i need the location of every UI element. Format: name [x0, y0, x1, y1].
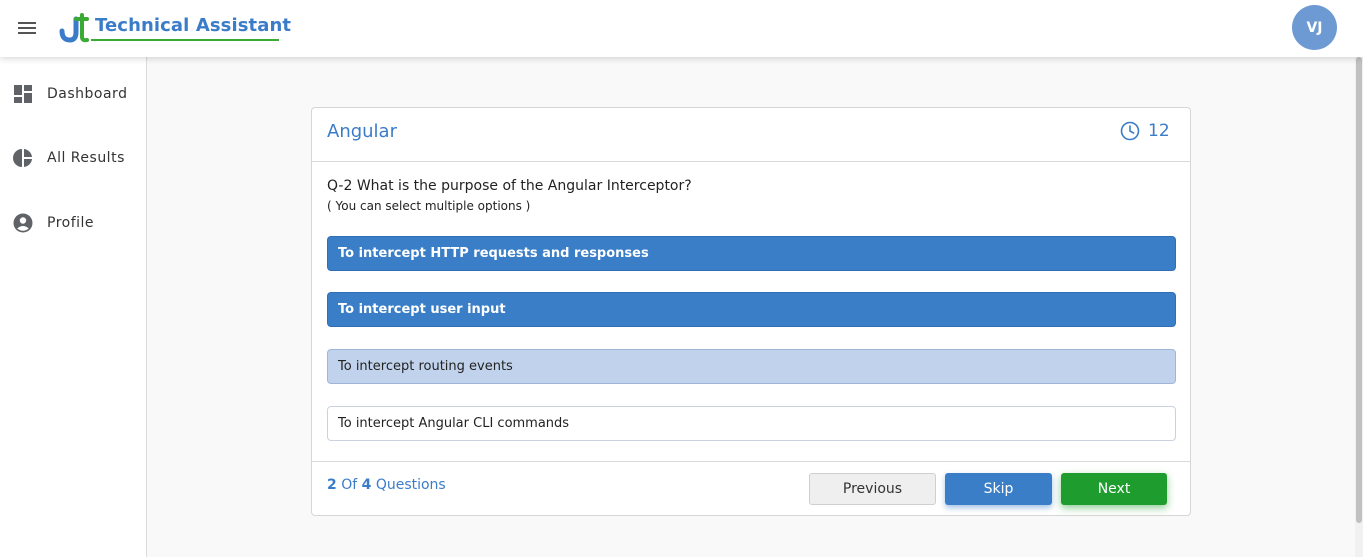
progress-current: 2 [327, 477, 337, 493]
answer-option[interactable]: To intercept user input [327, 292, 1176, 327]
previous-button[interactable]: Previous [809, 473, 936, 505]
question-progress: 2 Of 4 Questions [327, 477, 446, 493]
sidebar-item-label: Dashboard [47, 86, 128, 102]
page-scrollbar[interactable] [1355, 57, 1363, 557]
quiz-card: Angular 12 Q-2 What is the purpose of th… [311, 107, 1191, 516]
answer-option[interactable]: To intercept HTTP requests and responses [327, 236, 1176, 271]
user-avatar[interactable]: VJ [1292, 5, 1337, 50]
sidebar-item-dashboard[interactable]: Dashboard [0, 74, 146, 114]
account-circle-icon [13, 213, 33, 233]
card-footer-divider [312, 461, 1190, 462]
scrollbar-thumb[interactable] [1356, 57, 1362, 523]
timer-value: 12 [1148, 121, 1170, 141]
sidebar: Dashboard All Results Profile [0, 57, 147, 557]
dashboard-icon [13, 84, 33, 104]
answer-option[interactable]: To intercept routing events [327, 349, 1176, 384]
sidebar-item-profile[interactable]: Profile [0, 203, 146, 243]
sidebar-item-label: All Results [47, 150, 125, 166]
skip-button[interactable]: Skip [945, 473, 1052, 505]
question-hint: ( You can select multiple options ) [327, 199, 531, 213]
clock-icon [1120, 121, 1140, 141]
jt-logo-icon [59, 13, 89, 43]
brand-underline [91, 39, 279, 41]
progress-total: 4 [361, 477, 372, 493]
top-app-bar: Technical Assistant VJ [0, 0, 1363, 57]
brand-title[interactable]: Technical Assistant [95, 15, 291, 36]
answer-option[interactable]: To intercept Angular CLI commands [327, 406, 1176, 441]
hamburger-icon[interactable] [18, 19, 40, 37]
sidebar-item-label: Profile [47, 215, 95, 231]
question-text: Q-2 What is the purpose of the Angular I… [327, 178, 692, 194]
pie-chart-icon [13, 148, 33, 168]
next-button[interactable]: Next [1061, 473, 1167, 505]
sidebar-item-all-results[interactable]: All Results [0, 138, 146, 178]
progress-suffix: Questions [375, 477, 446, 493]
quiz-timer: 12 [1120, 121, 1170, 141]
quiz-card-header: Angular 12 [312, 108, 1190, 162]
quiz-subject: Angular [327, 121, 397, 142]
progress-of: Of [341, 477, 358, 493]
